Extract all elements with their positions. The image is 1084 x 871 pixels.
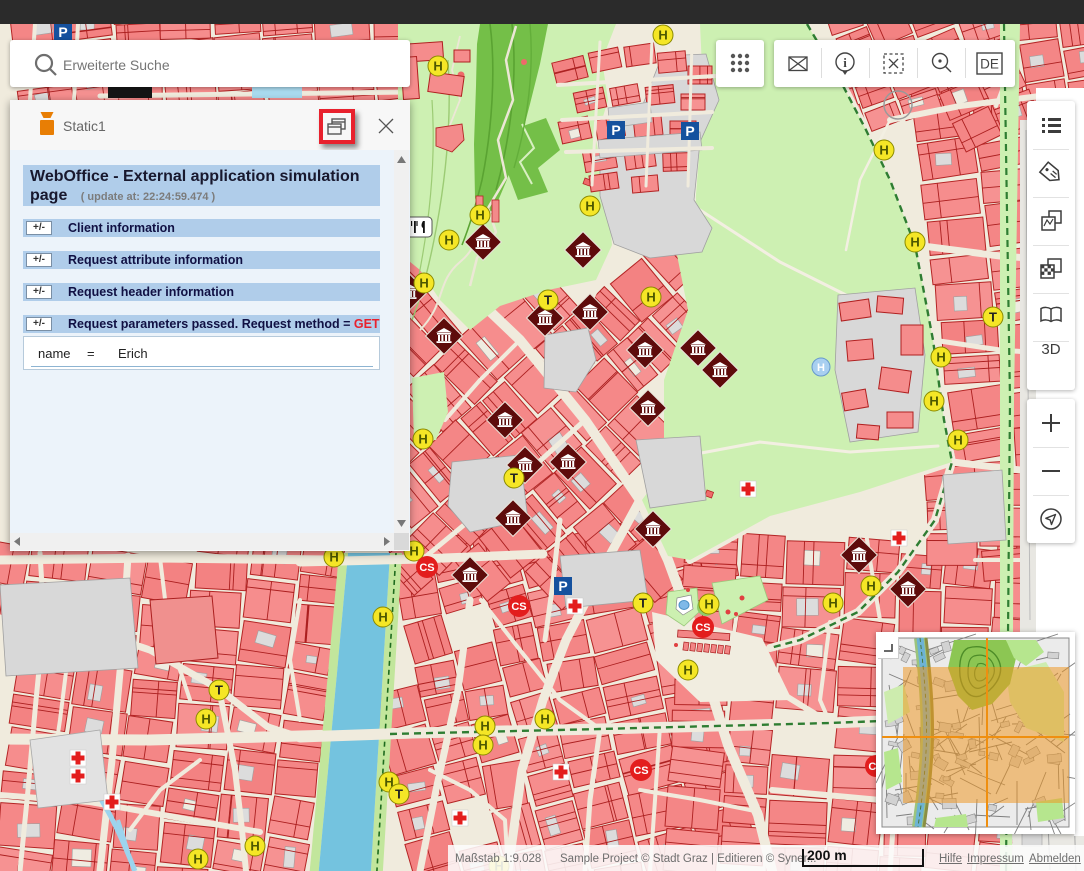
- svg-text:CS: CS: [511, 601, 526, 613]
- svg-text:H: H: [409, 544, 418, 559]
- svg-text:H: H: [828, 596, 837, 611]
- svg-text:T: T: [510, 471, 518, 486]
- svg-text:H: H: [475, 208, 484, 223]
- svg-text:H: H: [250, 839, 259, 854]
- svg-text:P: P: [58, 24, 67, 40]
- svg-text:i: i: [843, 55, 847, 70]
- svg-text:H: H: [936, 350, 945, 365]
- svg-text:H: H: [433, 59, 442, 74]
- svg-text:H: H: [658, 28, 667, 43]
- svg-text:200 m: 200 m: [807, 847, 847, 863]
- svg-text:H: H: [444, 233, 453, 248]
- svg-text:3D: 3D: [1041, 341, 1060, 358]
- svg-text:H: H: [929, 394, 938, 409]
- svg-text:CS: CS: [695, 622, 710, 634]
- svg-text:T: T: [639, 596, 647, 611]
- svg-text:H: H: [329, 550, 338, 565]
- svg-text:H: H: [480, 719, 489, 734]
- svg-text:H: H: [418, 432, 427, 447]
- svg-text:H: H: [683, 663, 692, 678]
- svg-text:H: H: [201, 712, 210, 727]
- svg-text:H: H: [540, 712, 549, 727]
- svg-text:CS: CS: [419, 562, 434, 574]
- svg-text:CS: CS: [633, 765, 648, 777]
- svg-text:H: H: [193, 852, 202, 867]
- svg-text:H: H: [704, 597, 713, 612]
- svg-text:T: T: [989, 310, 997, 325]
- svg-text:T: T: [215, 683, 223, 698]
- svg-text:H: H: [953, 433, 962, 448]
- svg-text:P: P: [611, 122, 620, 138]
- svg-text:H: H: [879, 143, 888, 158]
- svg-text:H: H: [646, 290, 655, 305]
- svg-text:H: H: [817, 362, 825, 374]
- svg-text:H: H: [910, 235, 919, 250]
- svg-text:DE: DE: [980, 57, 999, 72]
- svg-text:H: H: [419, 276, 428, 291]
- svg-text:H: H: [378, 610, 387, 625]
- svg-text:P: P: [558, 578, 567, 594]
- svg-text:H: H: [478, 738, 487, 753]
- svg-text:T: T: [395, 787, 403, 802]
- svg-text:P: P: [685, 123, 694, 139]
- svg-text:H: H: [866, 579, 875, 594]
- svg-text:T: T: [544, 293, 552, 308]
- svg-text:H: H: [585, 199, 594, 214]
